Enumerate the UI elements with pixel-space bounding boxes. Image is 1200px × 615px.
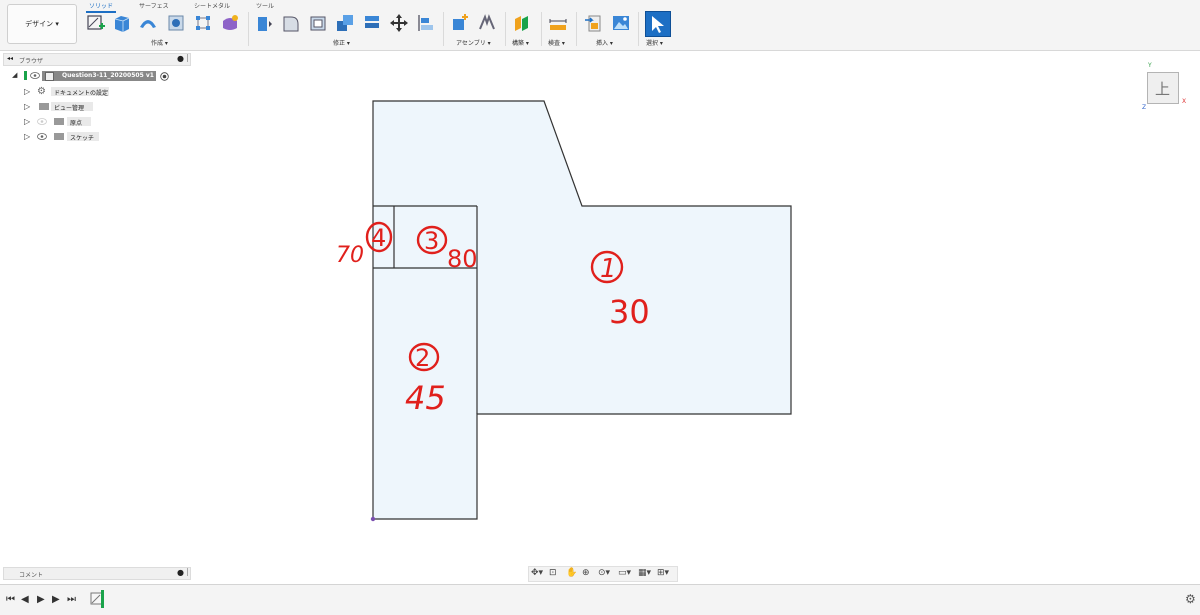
annotation-number-2: 2: [415, 344, 430, 372]
sketch-profiles[interactable]: [372, 100, 792, 520]
fit-icon[interactable]: ⊙▾: [598, 568, 610, 578]
annotation-value-3: 80: [447, 245, 478, 273]
step-back-icon[interactable]: ◀: [21, 594, 29, 605]
annotation-value-4: 70: [336, 243, 364, 268]
annotation-number-3: 3: [424, 227, 439, 255]
annotation-number-1: 1: [600, 254, 617, 284]
orbit-icon[interactable]: ✥▾: [531, 568, 543, 578]
go-to-start-icon[interactable]: ⏮: [6, 594, 15, 605]
play-icon[interactable]: ▶: [37, 594, 45, 605]
comments-title: コメント: [19, 572, 44, 579]
pan-hand-icon[interactable]: ✋: [566, 568, 577, 578]
annotation-number-4: 4: [371, 224, 386, 252]
panel-resize-icon[interactable]: |: [186, 567, 189, 576]
display-settings-icon[interactable]: ▭▾: [618, 568, 631, 578]
step-forward-icon[interactable]: ▶: [52, 594, 60, 605]
comments-header[interactable]: コメント ● |: [3, 567, 191, 580]
go-to-end-icon[interactable]: ⏭: [67, 594, 76, 605]
timeline-settings-gear-icon[interactable]: ⚙: [1185, 592, 1196, 606]
grid-snap-icon[interactable]: ▦▾: [638, 568, 651, 578]
add-comment-icon[interactable]: ●: [177, 568, 184, 577]
annotation-value-1: 30: [609, 293, 650, 331]
annotation-value-2: 45: [405, 379, 446, 417]
timeline-sketch-feature-icon[interactable]: [89, 590, 107, 610]
timeline: [0, 584, 1200, 615]
sketch-origin-point[interactable]: [370, 516, 376, 522]
zoom-icon[interactable]: ⊕: [582, 568, 590, 578]
profile-1-region[interactable]: [372, 100, 792, 520]
sketch-canvas[interactable]: 1 30 2 45 3 80 4 70: [0, 0, 1200, 614]
viewports-icon[interactable]: ⊞▾: [657, 568, 669, 578]
look-at-icon[interactable]: ⊡: [549, 568, 557, 578]
